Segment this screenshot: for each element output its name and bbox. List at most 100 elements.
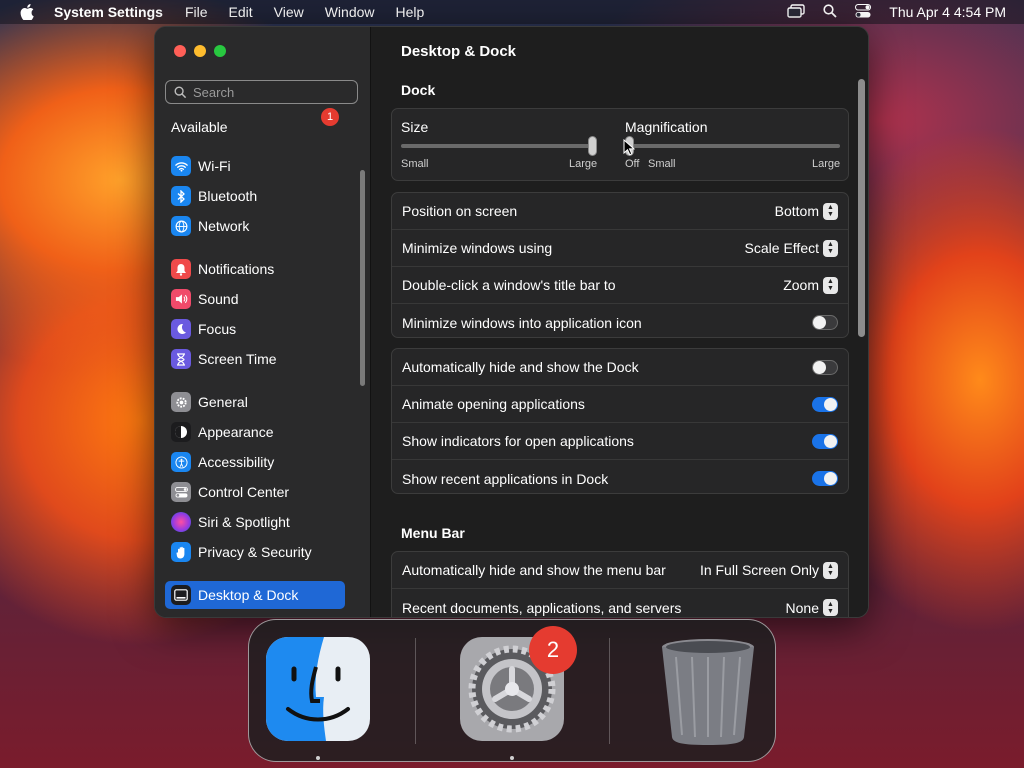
dock-toggles-card: Automatically hide and show the Dock Ani… [391,348,849,494]
trash-icon[interactable] [656,637,760,747]
apple-menu-icon[interactable] [0,4,54,20]
position-row: Position on screen Bottom ▲ ▼ [392,193,848,230]
sidebar-item-label: General [198,394,248,410]
sidebar-item-label: Privacy & Security [198,544,312,560]
minimize-effect-popup[interactable]: Scale Effect ▲ ▼ [745,239,838,257]
dock-separator [415,638,416,744]
chevron-updown-icon: ▲ ▼ [823,561,838,579]
menu-view[interactable]: View [274,4,304,20]
screen-mirroring-icon[interactable] [787,3,805,21]
sidebar: Search Available 1 Wi-Fi Bluetooth Netwo… [155,27,371,617]
magnification-min-label: Small [648,158,676,170]
sidebar-item-label: Desktop & Dock [198,587,299,603]
menu-file[interactable]: File [185,4,208,20]
bluetooth-icon [171,186,191,206]
menu-clock[interactable]: Thu Apr 4 4:54 PM [889,4,1006,20]
zoom-button[interactable] [214,45,226,57]
popup-value: None [785,599,819,616]
sidebar-item-network[interactable]: Network [165,212,345,240]
recent-documents-popup[interactable]: None ▲ ▼ [786,599,838,616]
dock: 2 [248,619,776,762]
spotlight-search-icon[interactable] [823,3,837,21]
sidebar-item-label: Accessibility [198,454,275,470]
row-label: Animate opening applications [402,396,585,412]
accessibility-icon [171,452,191,472]
auto-hide-menubar-popup[interactable]: In Full Screen Only ▲ ▼ [699,561,838,579]
row-label: Automatically hide and show the Dock [402,359,639,375]
gear-icon [171,392,191,412]
sidebar-item-label: Notifications [198,261,275,277]
row-label: Minimize windows using [402,240,553,256]
animate-apps-toggle[interactable] [812,396,838,412]
chevron-updown-icon: ▲ ▼ [823,202,838,220]
sidebar-item-notifications[interactable]: Notifications [165,255,345,283]
search-placeholder: Search [193,84,235,100]
sidebar-item-general[interactable]: General [165,388,345,416]
menu-app-name[interactable]: System Settings [54,4,163,20]
position-popup[interactable]: Bottom ▲ ▼ [775,202,838,220]
control-center-icon [171,482,191,502]
mouse-cursor-icon [623,139,635,156]
sidebar-item-label: Appearance [198,424,274,440]
sidebar-item-focus[interactable]: Focus [165,315,345,343]
size-slider-thumb[interactable] [588,136,597,156]
sidebar-item-label: Wi-Fi [198,158,231,174]
hourglass-icon [171,349,191,369]
sidebar-item-available[interactable]: Available 1 [165,108,345,141]
sidebar-item-label: Siri & Spotlight [198,514,290,530]
minimize-button[interactable] [194,45,206,57]
double-click-popup[interactable]: Zoom ▲ ▼ [783,276,838,294]
minimize-into-icon-row: Minimize windows into application icon [392,304,848,341]
system-settings-window: Search Available 1 Wi-Fi Bluetooth Netwo… [154,26,869,618]
dock-section-heading: Dock [401,82,436,98]
menu-help[interactable]: Help [396,4,425,20]
content-scrollbar[interactable] [858,79,865,337]
auto-hide-menubar-row: Automatically hide and show the menu bar… [392,552,848,589]
size-max-label: Large [569,158,598,170]
sidebar-item-accessibility[interactable]: Accessibility [165,448,345,476]
sidebar-item-wifi[interactable]: Wi-Fi [165,152,345,180]
size-slider-track[interactable] [401,144,597,148]
wifi-icon [171,156,191,176]
finder-app-icon[interactable] [266,637,370,741]
minimize-into-icon-toggle[interactable] [812,315,838,330]
row-label: Show indicators for open applications [402,433,634,449]
auto-hide-dock-toggle[interactable] [812,359,838,375]
menu-window[interactable]: Window [325,4,375,20]
sidebar-item-sound[interactable]: Sound [165,285,345,313]
show-indicators-toggle[interactable] [812,433,838,449]
menubar-section-heading: Menu Bar [401,525,465,541]
sidebar-item-control-center[interactable]: Control Center [165,478,345,506]
moon-icon [171,319,191,339]
chevron-updown-icon: ▲ ▼ [823,276,838,294]
sidebar-item-label: Screen Time [198,351,277,367]
recent-apps-row: Show recent applications in Dock [392,460,848,497]
sidebar-item-privacy[interactable]: Privacy & Security [165,538,345,566]
notification-badge: 2 [529,626,577,674]
control-center-icon[interactable] [855,3,872,21]
sidebar-item-siri[interactable]: Siri & Spotlight [165,508,345,536]
sidebar-scrollbar[interactable] [360,170,365,386]
sidebar-item-appearance[interactable]: Appearance [165,418,345,446]
appearance-icon [171,422,191,442]
sidebar-item-label: Bluetooth [198,188,258,204]
magnification-max-label: Large [812,158,841,170]
popup-value: In Full Screen Only [699,562,819,578]
magnification-slider-track[interactable] [625,144,840,148]
search-field[interactable]: Search [165,80,358,104]
sidebar-item-label: Sound [198,291,239,307]
menu-edit[interactable]: Edit [229,4,253,20]
row-label: Automatically hide and show the menu bar [402,562,666,578]
row-label: Show recent applications in Dock [402,470,609,487]
dock-sliders-card: Size Small Large Magnification Off Small… [391,108,849,181]
sidebar-item-screen-time[interactable]: Screen Time [165,345,345,373]
sidebar-item-desktop-dock[interactable]: Desktop & Dock [165,581,345,609]
minimize-effect-row: Minimize windows using Scale Effect ▲ ▼ [392,230,848,267]
magnification-label: Magnification [625,119,708,135]
content-pane: Desktop & Dock Dock Size Small Large Mag… [371,27,868,617]
recent-apps-toggle[interactable] [812,471,838,486]
globe-icon [171,216,191,236]
window-controls [174,45,226,57]
close-button[interactable] [174,45,186,57]
sidebar-item-bluetooth[interactable]: Bluetooth [165,182,345,210]
